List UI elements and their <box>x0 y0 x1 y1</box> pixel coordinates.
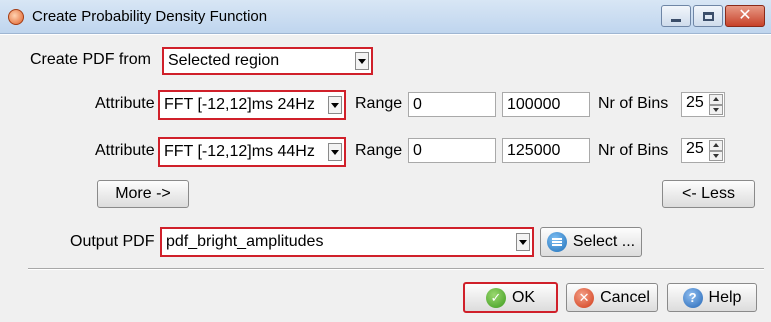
select-button-label: Select ... <box>572 233 636 250</box>
help-button[interactable]: ? Help <box>667 283 757 312</box>
more-button[interactable]: More -> <box>97 180 189 208</box>
attribute-value-1: FFT [-12,12]ms 24Hz <box>164 96 315 113</box>
chevron-down-icon[interactable] <box>516 233 530 251</box>
title-bar: Create Probability Density Function ✕ <box>0 0 771 34</box>
create-from-select[interactable]: Selected region <box>162 47 373 75</box>
range-min-input-1[interactable]: 0 <box>408 92 496 117</box>
attribute-label-2: Attribute <box>95 142 155 159</box>
maximize-icon <box>702 11 714 21</box>
range-max-input-2[interactable]: 125000 <box>502 138 590 163</box>
dialog-window: Create Probability Density Function ✕ Cr… <box>0 0 771 322</box>
attribute-select-2[interactable]: FFT [-12,12]ms 44Hz <box>158 137 346 167</box>
close-icon: ✕ <box>738 7 752 24</box>
attribute-select-1[interactable]: FFT [-12,12]ms 24Hz <box>158 90 346 120</box>
range-label-1: Range <box>355 95 403 112</box>
maximize-button[interactable] <box>693 5 723 27</box>
range-label-2: Range <box>355 142 403 159</box>
ok-button-label: OK <box>511 288 536 306</box>
attribute-label-1: Attribute <box>95 95 155 112</box>
dialog-content: Create PDF from Selected region Attribut… <box>0 35 771 322</box>
stepper-down-icon[interactable] <box>709 104 723 115</box>
less-button[interactable]: <- Less <box>662 180 755 208</box>
output-pdf-select[interactable]: pdf_bright_amplitudes <box>160 227 534 257</box>
stepper-up-icon[interactable] <box>709 94 723 105</box>
bins-stepper-2[interactable]: 25 <box>681 138 725 163</box>
output-pdf-label: Output PDF <box>70 233 155 250</box>
help-button-label: Help <box>708 288 742 306</box>
minimize-button[interactable] <box>661 5 691 27</box>
range-max-input-1[interactable]: 100000 <box>502 92 590 117</box>
create-from-value: Selected region <box>168 52 280 69</box>
check-icon: ✓ <box>485 287 506 308</box>
select-button[interactable]: Select ... <box>540 227 642 257</box>
minimize-icon <box>671 18 681 22</box>
attribute-value-2: FFT [-12,12]ms 44Hz <box>164 143 315 160</box>
bins-label-2: Nr of Bins <box>598 142 669 159</box>
chevron-down-icon[interactable] <box>328 143 342 161</box>
close-circle-icon: ✕ <box>574 287 595 308</box>
bins-value-1: 25 <box>686 94 704 111</box>
stepper-down-icon[interactable] <box>709 150 723 161</box>
cancel-button[interactable]: ✕ Cancel <box>566 283 658 312</box>
list-icon <box>546 232 567 252</box>
window-title: Create Probability Density Function <box>32 8 268 25</box>
question-icon: ? <box>682 287 703 308</box>
ok-button[interactable]: ✓ OK <box>463 282 558 313</box>
create-from-label: Create PDF from <box>30 51 151 68</box>
bins-label-1: Nr of Bins <box>598 95 669 112</box>
separator <box>28 268 764 270</box>
bins-value-2: 25 <box>686 140 704 157</box>
output-pdf-value: pdf_bright_amplitudes <box>166 233 324 250</box>
stepper-up-icon[interactable] <box>709 140 723 151</box>
app-icon <box>8 9 24 25</box>
bins-stepper-1[interactable]: 25 <box>681 92 725 117</box>
range-min-input-2[interactable]: 0 <box>408 138 496 163</box>
chevron-down-icon[interactable] <box>355 52 369 70</box>
cancel-button-label: Cancel <box>600 288 650 306</box>
chevron-down-icon[interactable] <box>328 96 342 114</box>
close-button[interactable]: ✕ <box>725 5 765 27</box>
